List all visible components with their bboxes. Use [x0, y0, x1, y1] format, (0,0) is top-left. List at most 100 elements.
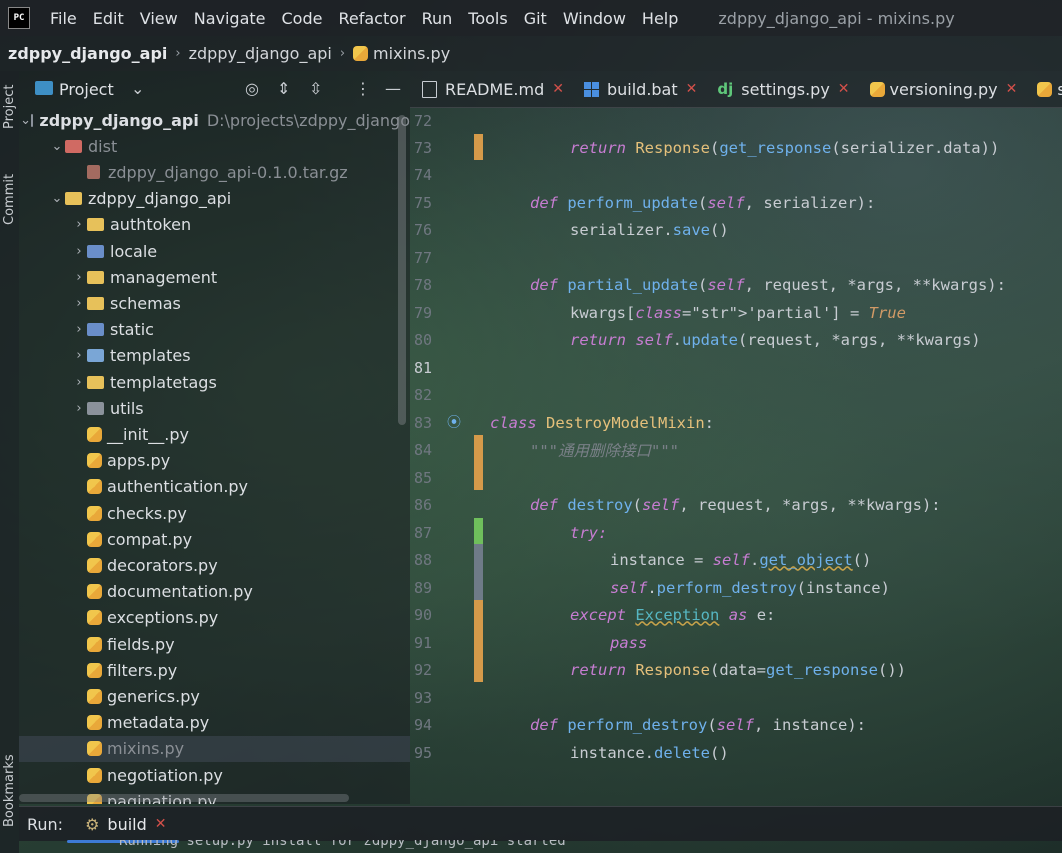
project-tool-tab-label: Project: [2, 84, 17, 130]
tab-label: build.bat: [606, 79, 678, 99]
menu-file[interactable]: File: [42, 9, 85, 28]
tree-item[interactable]: __init__.py: [19, 421, 410, 447]
line-number: 78: [414, 275, 433, 294]
tree-item[interactable]: › utils: [19, 395, 410, 421]
project-horizontal-scrollbar[interactable]: [19, 794, 349, 802]
tree-item[interactable]: zdppy_django_api-0.1.0.tar.gz: [19, 159, 410, 185]
tree-item-path: D:\projects\zdppy_django: [206, 110, 410, 130]
tree-item[interactable]: authentication.py: [19, 474, 410, 500]
tab-settings[interactable]: dj settings.py ✕: [705, 80, 857, 99]
menu-run[interactable]: Run: [414, 9, 461, 28]
breadcrumb-folder[interactable]: zdppy_django_api: [189, 44, 332, 63]
close-icon[interactable]: ✕: [552, 81, 564, 97]
chevron-right-icon[interactable]: ›: [71, 217, 87, 232]
chevron-right-icon[interactable]: ›: [71, 322, 87, 337]
tree-item[interactable]: compat.py: [19, 526, 410, 552]
line-number: 95: [414, 743, 433, 762]
hide-panel-icon[interactable]: —: [385, 79, 401, 98]
code-editor[interactable]: 72 73 return Response(get_response(seria…: [410, 107, 1062, 775]
bookmarks-tool-tab[interactable]: Bookmarks: [0, 751, 19, 831]
collapse-all-icon[interactable]: ⇳: [309, 79, 322, 98]
excluded-folder-icon: [65, 139, 82, 153]
breadcrumb-file[interactable]: mixins.py: [373, 44, 450, 63]
chevron-right-icon[interactable]: ›: [71, 401, 87, 416]
breadcrumb-project[interactable]: zdppy_django_api: [8, 44, 167, 63]
expand-all-icon[interactable]: ⇕: [277, 79, 290, 98]
tree-item[interactable]: generics.py: [19, 683, 410, 709]
project-tool-tab[interactable]: Project: [0, 77, 19, 137]
chevron-right-icon[interactable]: ›: [71, 375, 87, 390]
tree-item[interactable]: filters.py: [19, 657, 410, 683]
tree-item[interactable]: › static: [19, 317, 410, 343]
tree-item-label: documentation.py: [107, 582, 253, 602]
close-icon[interactable]: ✕: [1006, 81, 1018, 97]
tree-item-label: generics.py: [107, 686, 200, 706]
menu-tools[interactable]: Tools: [460, 9, 515, 28]
line-number: 84: [414, 440, 433, 459]
close-icon[interactable]: ✕: [686, 81, 698, 97]
project-panel-title[interactable]: Project: [59, 80, 114, 99]
tree-item[interactable]: apps.py: [19, 448, 410, 474]
tab-readme[interactable]: README.md ✕: [410, 80, 572, 99]
tree-item[interactable]: › locale: [19, 238, 410, 264]
menu-navigate[interactable]: Navigate: [186, 9, 274, 28]
menu-help[interactable]: Help: [634, 9, 686, 28]
tab-versioning[interactable]: versioning.py ✕: [858, 80, 1026, 99]
tree-item[interactable]: exceptions.py: [19, 605, 410, 631]
chevron-down-icon[interactable]: ⌄: [49, 191, 65, 206]
code-line-91: pass: [610, 633, 648, 652]
tree-item[interactable]: › templatetags: [19, 369, 410, 395]
breadcrumb: zdppy_django_api › zdppy_django_api › mi…: [0, 36, 1062, 71]
menu-window[interactable]: Window: [555, 9, 634, 28]
chevron-right-icon[interactable]: ›: [71, 244, 87, 259]
menu-edit[interactable]: Edit: [85, 9, 132, 28]
code-line-92: return Response(data=get_response()): [570, 660, 906, 679]
menu-refactor[interactable]: Refactor: [330, 9, 413, 28]
tree-item-label: static: [110, 320, 154, 340]
tree-item[interactable]: › templates: [19, 343, 410, 369]
project-panel-header: Project ⌄ ◎ ⇕ ⇳ ⋮ —: [19, 71, 410, 107]
close-icon[interactable]: ✕: [155, 816, 167, 832]
chevron-down-icon[interactable]: ⌄: [49, 139, 65, 154]
line-number: 77: [414, 248, 433, 267]
commit-tool-tab[interactable]: Commit: [0, 169, 19, 229]
tree-item[interactable]: decorators.py: [19, 552, 410, 578]
tree-item[interactable]: fields.py: [19, 631, 410, 657]
python-file-icon: [87, 715, 102, 731]
menu-view[interactable]: View: [132, 9, 186, 28]
tab-build-bat[interactable]: build.bat ✕: [572, 80, 705, 99]
run-tab-build[interactable]: ⚙ build ✕: [67, 814, 180, 843]
project-panel: Project ⌄ ◎ ⇕ ⇳ ⋮ — ⌄ zdppy_django_api D:\…: [19, 71, 410, 804]
more-options-icon[interactable]: ⋮: [355, 79, 371, 98]
tree-item[interactable]: checks.py: [19, 500, 410, 526]
tree-item[interactable]: › authtoken: [19, 212, 410, 238]
python-file-icon: [353, 46, 369, 61]
tab-serializers[interactable]: seria: [1025, 80, 1062, 99]
menu-code[interactable]: Code: [274, 9, 331, 28]
line-number: 86: [414, 495, 433, 514]
chevron-down-icon[interactable]: ⌄: [131, 79, 144, 98]
chevron-right-icon[interactable]: ›: [71, 270, 87, 285]
tree-item[interactable]: negotiation.py: [19, 762, 410, 788]
tree-item[interactable]: ⌄ zdppy_django_api D:\projects\zdppy_djang…: [19, 107, 410, 133]
tree-item-label: negotiation.py: [107, 765, 223, 785]
folder-icon: [87, 401, 104, 415]
tree-item[interactable]: documentation.py: [19, 579, 410, 605]
menu-git[interactable]: Git: [516, 9, 555, 28]
tree-item[interactable]: ⌄ zdppy_django_api: [19, 186, 410, 212]
tree-item-label: utils: [110, 398, 144, 418]
chevron-down-icon[interactable]: ⌄: [20, 113, 31, 128]
tree-item[interactable]: metadata.py: [19, 710, 410, 736]
tree-item-label: checks.py: [107, 503, 187, 523]
tree-scrollbar[interactable]: [398, 115, 406, 425]
locate-file-icon[interactable]: ◎: [245, 79, 259, 98]
chevron-right-icon[interactable]: ›: [71, 296, 87, 311]
templates-folder-icon: [87, 349, 104, 363]
tree-item[interactable]: › management: [19, 264, 410, 290]
build-config-icon: ⚙: [85, 814, 100, 834]
close-icon[interactable]: ✕: [838, 81, 850, 97]
tree-item[interactable]: ⌄ dist: [19, 133, 410, 159]
tree-item[interactable]: mixins.py: [19, 735, 410, 762]
tree-item[interactable]: › schemas: [19, 290, 410, 316]
chevron-right-icon[interactable]: ›: [71, 348, 87, 363]
